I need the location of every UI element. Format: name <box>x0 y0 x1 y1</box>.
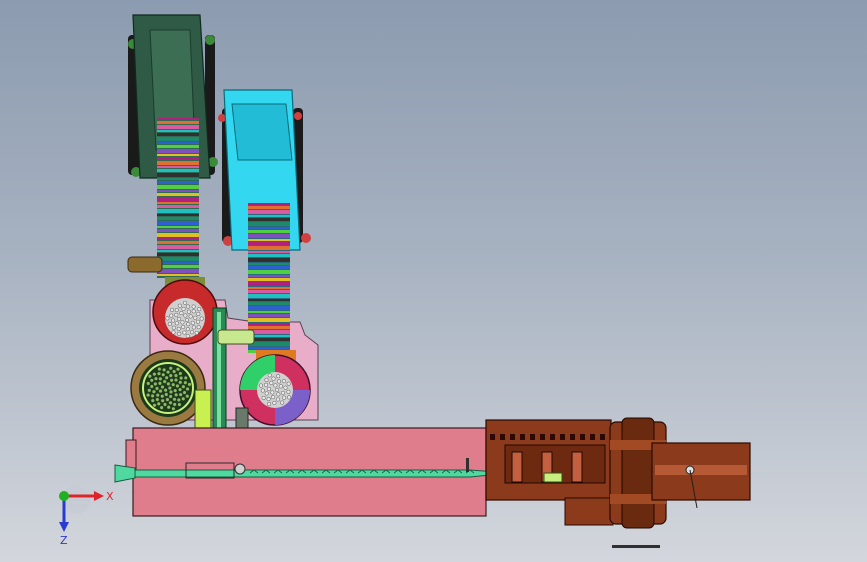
multicolor-drum <box>239 354 311 426</box>
upper-red-drum <box>152 279 218 345</box>
olive-hopper-drum <box>130 350 206 426</box>
left-hopper-assembly <box>127 14 218 315</box>
cad-viewport[interactable]: X Z <box>0 0 867 562</box>
z-axis-label: Z <box>60 534 68 547</box>
cad-model-scene[interactable]: X Z <box>0 0 867 562</box>
axis-triad: X Z <box>59 486 114 547</box>
x-axis-label: X <box>106 490 114 503</box>
mold-assembly <box>485 417 751 548</box>
left-hopper-outlet-pipe <box>127 256 163 273</box>
y-axis-origin <box>59 491 69 501</box>
